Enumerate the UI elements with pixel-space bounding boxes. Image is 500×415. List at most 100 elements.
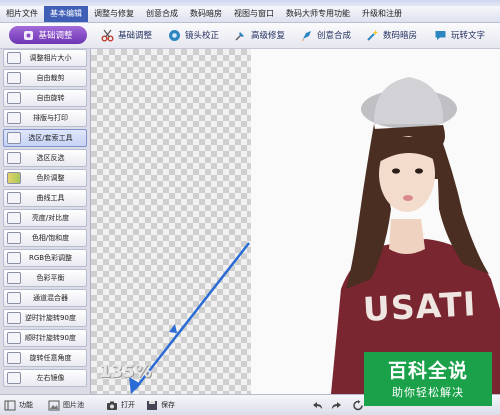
- sidebar-item-rotate-cw[interactable]: 顺时针旋转90度: [3, 329, 87, 347]
- sidebar-item-invert-selection[interactable]: 选区反选: [3, 149, 87, 167]
- album-label: 图片池: [63, 401, 84, 409]
- rotate-button[interactable]: [352, 398, 364, 412]
- sidebar-item-curves[interactable]: 曲线工具: [3, 189, 87, 207]
- sidebar-item-label: 顺时针旋转90度: [25, 334, 76, 342]
- watermark-logo: 百科全说 助你轻松解决: [364, 352, 492, 406]
- invert-selection-icon: [7, 152, 21, 164]
- mirror-icon: [7, 372, 21, 384]
- tab-advanced-repair-label: 高级修复: [251, 31, 286, 41]
- tab-advanced-repair[interactable]: 高级修复: [234, 26, 285, 44]
- menu-photo-file[interactable]: 相片文件: [0, 6, 44, 22]
- menu-bar: 相片文件 基本编辑 调整与修复 创意合成 数码暗房 视图与窗口 数码大师专用功能…: [0, 6, 500, 23]
- function-panel-button[interactable]: 功能: [4, 398, 33, 412]
- tab-creative-compose-label: 创意合成: [317, 31, 352, 41]
- magic-wand-icon: [366, 29, 379, 42]
- curves-icon: [7, 192, 21, 204]
- sidebar-item-label: 自由旋转: [36, 94, 65, 102]
- function-toolbar: 基础调整 基础调整 镜头校正 高级修复 创意合成 数码暗房 玩转文字: [0, 23, 500, 49]
- sidebar-item-layout-print[interactable]: 排版与打印: [3, 109, 87, 127]
- watermark-title: 百科全说: [387, 360, 468, 382]
- rotate-icon: [7, 92, 21, 104]
- redo-icon: [330, 400, 342, 411]
- sidebar-item-lasso[interactable]: 选区/套索工具: [3, 129, 87, 147]
- sidebar-item-free-rotate[interactable]: 自由旋转: [3, 89, 87, 107]
- sidebar-item-label: 色彩平衡: [36, 274, 65, 282]
- arrow-annotation: [129, 242, 250, 394]
- menu-master-functions[interactable]: 数码大师专用功能: [280, 6, 356, 22]
- sidebar-item-channel-mixer[interactable]: 通道混合器: [3, 289, 87, 307]
- sidebar-item-rgb-adjust[interactable]: RGB色彩调整: [3, 249, 87, 267]
- hue-icon: [7, 232, 21, 244]
- tab-basic-adjust-label: 基础调整: [118, 31, 153, 41]
- sidebar-item-free-crop[interactable]: 自由裁剪: [3, 69, 87, 87]
- sidebar-item-label: 选区/套索工具: [28, 134, 73, 142]
- menu-darkroom[interactable]: 数码暗房: [184, 6, 228, 22]
- save-icon: [146, 400, 158, 411]
- undo-icon: [312, 400, 324, 411]
- open-label: 打开: [121, 401, 135, 409]
- sidebar-item-hue-saturation[interactable]: 色相/饱和度: [3, 229, 87, 247]
- camera-icon: [106, 400, 118, 411]
- tab-darkroom[interactable]: 数码暗房: [366, 26, 417, 44]
- brightness-icon: [7, 212, 21, 224]
- sidebar-item-brightness-contrast[interactable]: 亮度/对比度: [3, 209, 87, 227]
- album-button[interactable]: 图片池: [48, 398, 84, 412]
- sidebar-item-label: RGB色彩调整: [28, 254, 73, 262]
- sidebar-item-label: 选区反选: [36, 154, 65, 162]
- rotate-right-icon: [7, 332, 21, 344]
- puzzle-icon: [23, 30, 34, 41]
- rocket-icon: [300, 29, 313, 42]
- lens-icon: [168, 29, 181, 42]
- menu-creative-compose[interactable]: 创意合成: [140, 6, 184, 22]
- save-button[interactable]: 保存: [146, 398, 175, 412]
- sidebar-item-levels[interactable]: 色阶调整: [3, 169, 87, 187]
- pin-icon: [234, 29, 247, 42]
- color-balance-icon: [7, 272, 21, 284]
- tab-lens-correction-label: 镜头校正: [185, 31, 220, 41]
- menu-upgrade-register[interactable]: 升级和注册: [356, 6, 408, 22]
- printer-icon: [7, 112, 21, 124]
- sidebar-item-label: 自由裁剪: [36, 74, 65, 82]
- sidebar-item-color-balance[interactable]: 色彩平衡: [3, 269, 87, 287]
- menu-basic-edit[interactable]: 基本编辑: [44, 6, 88, 22]
- rotate-left-icon: [7, 312, 21, 324]
- sidebar-item-mirror[interactable]: 左右镜像: [3, 369, 87, 387]
- sidebar-item-resize[interactable]: 调整相片大小: [3, 49, 87, 67]
- sidebar-item-label: 色阶调整: [36, 174, 65, 182]
- sidebar-item-label: 旋转任意角度: [29, 354, 72, 362]
- basic-adjust-main-button[interactable]: 基础调整: [9, 26, 87, 44]
- sidebar-item-label: 调整相片大小: [29, 54, 72, 62]
- menu-adjust-repair[interactable]: 调整与修复: [88, 6, 140, 22]
- tab-lens-correction[interactable]: 镜头校正: [168, 26, 219, 44]
- sidebar-item-label: 左右镜像: [36, 374, 65, 382]
- sidebar-item-label: 色相/饱和度: [31, 234, 70, 242]
- crop-icon: [7, 72, 21, 84]
- sidebar-item-label: 亮度/对比度: [31, 214, 70, 222]
- tool-sidebar: 调整相片大小 自由裁剪 自由旋转 排版与打印 选区/套索工具 选区反选 色阶调整…: [0, 49, 91, 394]
- channel-mixer-icon: [7, 292, 21, 304]
- sidebar-item-label: 逆时针旋转90度: [25, 314, 76, 322]
- menu-view-window[interactable]: 视图与窗口: [228, 6, 280, 22]
- panel-icon: [4, 400, 16, 411]
- rgb-icon: [7, 252, 21, 264]
- redo-button[interactable]: [330, 398, 342, 412]
- function-label: 功能: [19, 401, 33, 409]
- tab-creative-compose[interactable]: 创意合成: [300, 26, 351, 44]
- image-canvas[interactable]: USATI 135%: [91, 49, 500, 394]
- tab-fun-text[interactable]: 玩转文字: [434, 26, 485, 44]
- sidebar-item-label: 排版与打印: [33, 114, 68, 122]
- image-icon: [48, 400, 60, 411]
- resize-icon: [7, 52, 21, 64]
- levels-icon: [7, 172, 21, 184]
- sidebar-item-label: 通道混合器: [33, 294, 68, 302]
- scissors-icon: [101, 29, 114, 42]
- main-button-label: 基础调整: [38, 31, 73, 41]
- sidebar-item-label: 曲线工具: [36, 194, 65, 202]
- tab-basic-adjust[interactable]: 基础调整: [101, 26, 152, 44]
- sidebar-item-rotate-ccw[interactable]: 逆时针旋转90度: [3, 309, 87, 327]
- open-button[interactable]: 打开: [106, 398, 135, 412]
- undo-button[interactable]: [312, 398, 324, 412]
- watermark-subtitle: 助你轻松解决: [392, 386, 464, 399]
- sidebar-item-rotate-any[interactable]: 旋转任意角度: [3, 349, 87, 367]
- rotate-any-icon: [7, 352, 21, 364]
